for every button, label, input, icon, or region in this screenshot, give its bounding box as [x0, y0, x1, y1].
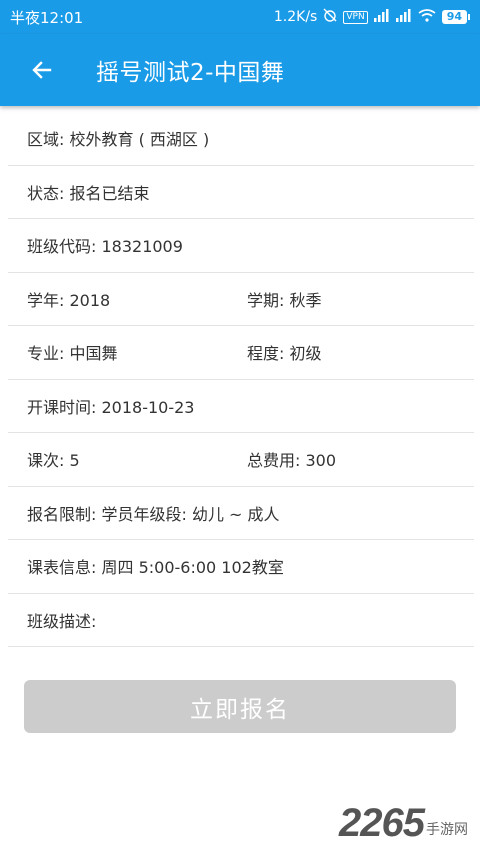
- schedule-text: 课表信息: 周四 5:00-6:00 102教室: [27, 558, 284, 578]
- watermark-text: 手游网: [426, 822, 468, 838]
- watermark-digits: 2265: [339, 801, 425, 845]
- class-code-text: 班级代码: 18321009: [27, 237, 183, 257]
- status-bar: 半夜12:01 1.2K/s VPN 94: [0, 0, 480, 34]
- wifi-icon: [418, 8, 436, 26]
- battery-icon: 94: [441, 10, 470, 24]
- info-row-status: 状态: 报名已结束: [8, 166, 474, 219]
- total-fee-text: 总费用: 300: [247, 451, 337, 471]
- signal-icon: [373, 8, 390, 26]
- vpn-badge: VPN: [343, 10, 368, 24]
- year-text: 学年: 2018: [27, 290, 111, 310]
- arrow-left-icon: [32, 61, 52, 79]
- status-text: 状态: 报名已结束: [27, 183, 150, 203]
- start-date-text: 开课时间: 2018-10-23: [27, 397, 195, 417]
- info-row-start-date: 开课时间: 2018-10-23: [8, 380, 474, 433]
- info-row-class-code: 班级代码: 18321009: [8, 219, 474, 273]
- signal-hd-icon: [395, 8, 412, 26]
- description-text: 班级描述:: [27, 611, 97, 631]
- status-time: 半夜12:01: [10, 8, 84, 27]
- info-row-description: 班级描述:: [8, 594, 474, 647]
- network-speed: 1.2K/s: [273, 9, 318, 25]
- info-row-region: 区域: 校外教育 ( 西湖区 ): [8, 112, 474, 166]
- info-row-sessions-fee: 课次: 5 总费用: 300: [8, 433, 474, 487]
- term-text: 学期: 秋季: [247, 290, 322, 310]
- restriction-text: 报名限制: 学员年级段: 幼儿 ~ 成人: [27, 504, 280, 524]
- back-button[interactable]: [22, 50, 62, 90]
- info-row-restriction: 报名限制: 学员年级段: 幼儿 ~ 成人: [8, 487, 474, 540]
- battery-level: 94: [441, 10, 467, 24]
- info-row-year-term: 学年: 2018 学期: 秋季: [8, 273, 474, 326]
- page-title: 摇号测试2-中国舞: [96, 60, 285, 86]
- sessions-text: 课次: 5: [27, 451, 80, 471]
- info-row-schedule: 课表信息: 周四 5:00-6:00 102教室: [8, 540, 474, 594]
- info-row-major-level: 专业: 中国舞 程度: 初级: [8, 326, 474, 380]
- status-icons: 1.2K/s VPN 94: [274, 8, 470, 26]
- major-text: 专业: 中国舞: [27, 344, 118, 364]
- level-text: 程度: 初级: [247, 344, 322, 364]
- class-info-list: 区域: 校外教育 ( 西湖区 ) 状态: 报名已结束 班级代码: 1832100…: [8, 112, 474, 647]
- region-text: 区域: 校外教育 ( 西湖区 ): [27, 130, 210, 150]
- watermark-logo: 2265 手游网: [339, 803, 468, 843]
- signup-button[interactable]: 立即报名: [24, 680, 456, 733]
- alarm-off-icon: [323, 8, 337, 26]
- app-bar: 摇号测试2-中国舞: [0, 34, 480, 106]
